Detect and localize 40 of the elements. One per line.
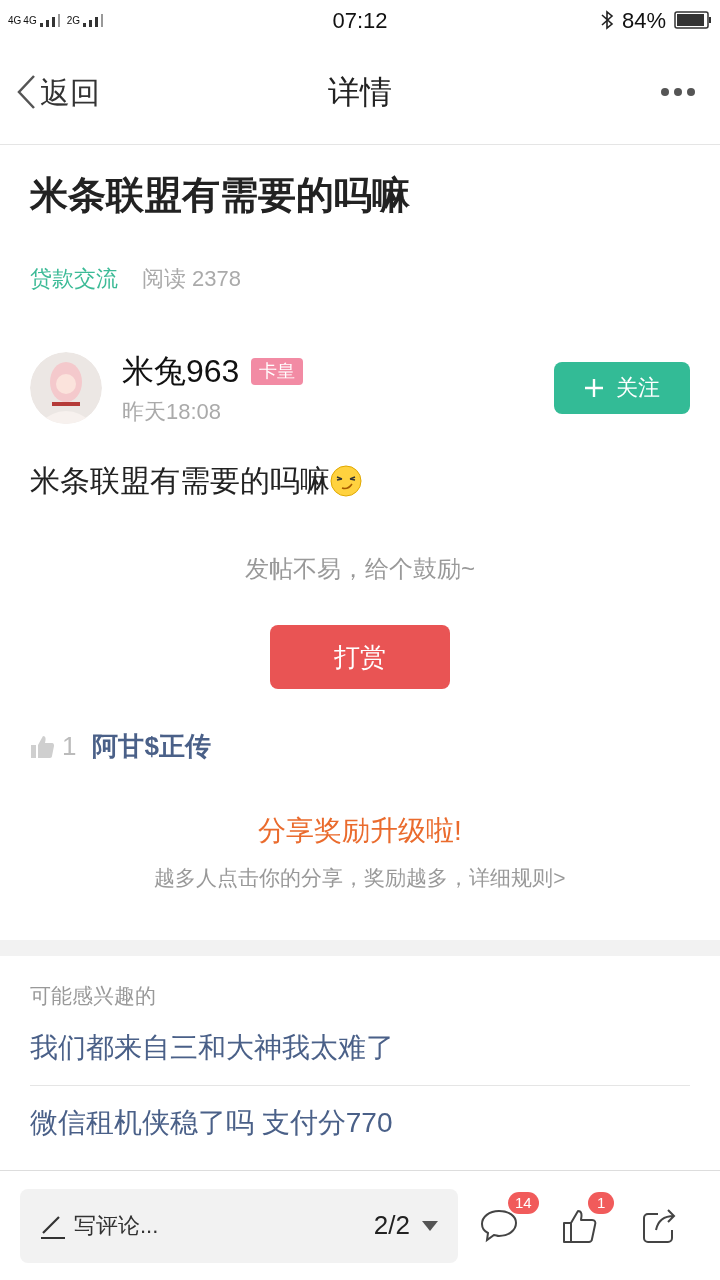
- post-time: 昨天18:08: [122, 398, 223, 426]
- back-button[interactable]: 返回: [16, 69, 156, 115]
- like-count-badge: 1: [588, 1191, 615, 1214]
- dropdown-caret-icon[interactable]: [422, 1220, 438, 1231]
- related-post-link[interactable]: 微信租机侠稳了吗 支付分770: [30, 1086, 690, 1160]
- share-reward-title: 分享奖励升级啦!: [258, 814, 462, 848]
- chevron-left-icon: [16, 74, 36, 110]
- page-indicator[interactable]: 2/2: [373, 1206, 410, 1245]
- related-heading: 可能感兴趣的: [30, 982, 157, 1009]
- author-badge: 卡皇: [251, 357, 304, 385]
- comment-count-badge: 14: [508, 1191, 539, 1214]
- post-title: 米条联盟有需要的吗嘛: [30, 173, 411, 218]
- network-label: 2G: [66, 13, 81, 28]
- avatar[interactable]: [30, 351, 102, 424]
- encourage-text: 发帖不易，给个鼓励~: [245, 554, 475, 584]
- signal-icon: [82, 13, 105, 27]
- smirk-emoji-icon: [330, 464, 362, 497]
- more-icon[interactable]: [660, 87, 696, 97]
- thumbs-up-icon[interactable]: [562, 1207, 598, 1244]
- bluetooth-icon: [599, 10, 614, 30]
- like-count: 1: [62, 730, 77, 763]
- plus-icon: [584, 377, 604, 398]
- thumbs-up-icon: [30, 734, 54, 759]
- read-count: 阅读 2378: [142, 265, 242, 293]
- signal-icon: [38, 13, 61, 27]
- battery-percentage: 84%: [621, 6, 666, 35]
- reward-button[interactable]: 打赏: [270, 625, 450, 689]
- network-label: 4G: [8, 13, 22, 28]
- post-body: 米条联盟有需要的吗嘛: [30, 463, 330, 499]
- comment-icon[interactable]: [480, 1207, 518, 1244]
- comment-field[interactable]: 写评论... 2/2: [20, 1188, 458, 1263]
- related-post-link[interactable]: 我们都来自三和大神我太难了: [30, 1011, 690, 1086]
- network-label: 4G: [23, 13, 37, 28]
- clock: 07:12: [332, 6, 388, 35]
- comment-placeholder: 写评论...: [74, 1212, 159, 1240]
- battery-icon: [674, 11, 712, 29]
- page-title: 详情: [328, 73, 392, 112]
- liker-name[interactable]: 阿甘$正传: [92, 727, 211, 766]
- author-name[interactable]: 米兔963: [122, 347, 240, 395]
- share-icon[interactable]: [642, 1207, 678, 1244]
